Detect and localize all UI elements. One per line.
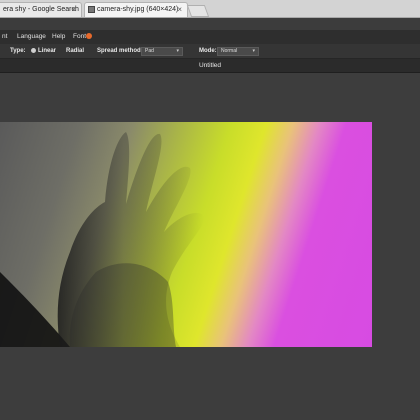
tab-google-search[interactable]: era shy - Google Search × [0, 2, 82, 17]
type-label: Type: [10, 48, 26, 54]
mode-select[interactable]: Normal ▾ [217, 47, 259, 56]
tab-camera-shy-image[interactable]: camera-shy.jpg (640×424) × [84, 2, 188, 17]
mode-value: Normal [221, 48, 238, 54]
new-tab-button[interactable] [186, 5, 210, 17]
menu-item-font[interactable]: Font [73, 30, 86, 44]
app-menu-bar: nt Language Help Font [0, 30, 420, 44]
menu-item-help[interactable]: Help [52, 30, 65, 44]
gradient-toolbar: Type: Linear Radial Spread method: Pad ▾… [0, 44, 420, 59]
menu-item-language[interactable]: Language [17, 30, 46, 44]
tab-label: era shy - Google Search [3, 6, 79, 13]
spread-method-label: Spread method: [97, 48, 143, 54]
close-tab-icon[interactable]: × [71, 3, 76, 17]
menu-item-edit[interactable]: nt [2, 30, 7, 44]
tab-label: camera-shy.jpg (640×424) [97, 6, 179, 13]
close-tab-icon[interactable]: × [177, 3, 182, 17]
spread-method-select[interactable]: Pad ▾ [141, 47, 183, 56]
document-title: Untitled [198, 62, 222, 69]
image-favicon-icon [88, 6, 95, 13]
image-canvas[interactable] [0, 122, 372, 347]
mode-label: Mode: [199, 48, 217, 54]
chevron-down-icon: ▾ [176, 48, 179, 54]
chevron-down-icon: ▾ [252, 48, 255, 54]
radial-label[interactable]: Radial [66, 44, 84, 58]
document-title-bar: Untitled [0, 59, 420, 73]
browser-tab-strip: era shy - Google Search × camera-shy.jpg… [0, 0, 420, 18]
notification-badge-icon [86, 33, 92, 39]
hand-photo-silhouette [0, 132, 205, 347]
linear-label[interactable]: Linear [38, 44, 56, 58]
linear-radio[interactable] [31, 48, 36, 53]
spread-method-value: Pad [145, 48, 154, 54]
